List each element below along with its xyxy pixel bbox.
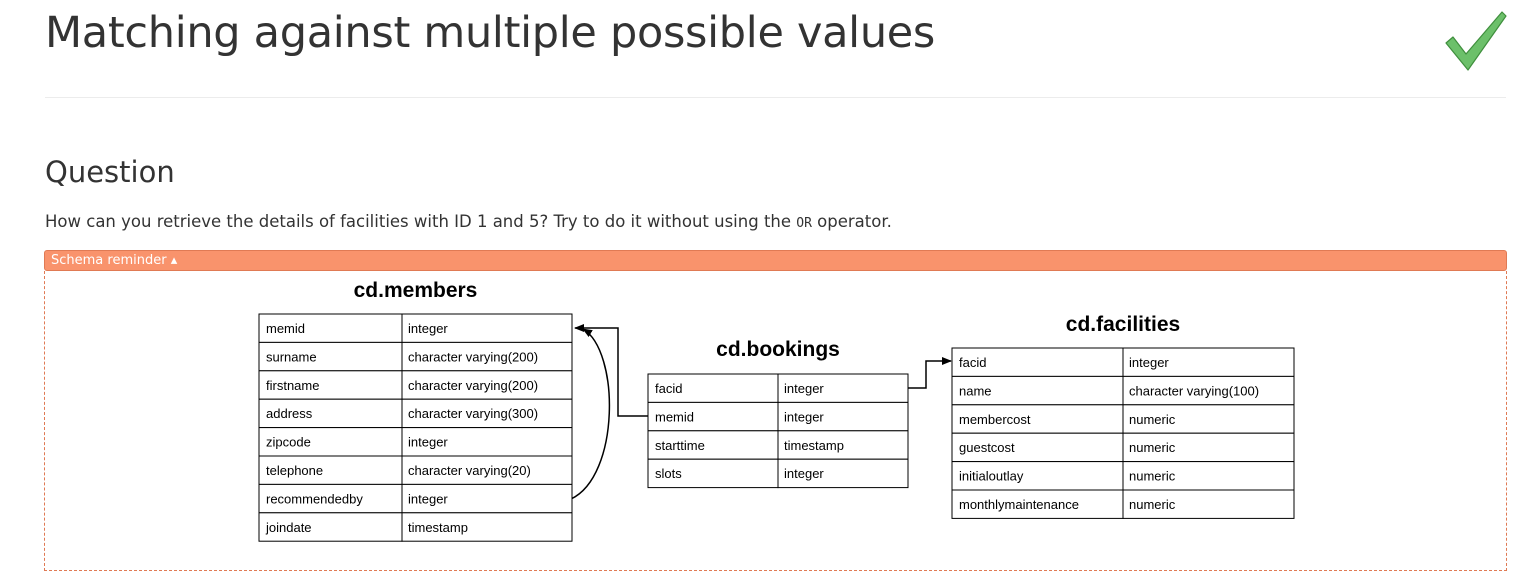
column-name: recommendedby xyxy=(266,491,363,506)
question-text-before: How can you retrieve the details of faci… xyxy=(45,212,797,231)
table-row: facid integer xyxy=(647,373,909,403)
schema-table-cd-facilities: cd.facilities facid integer name character v… xyxy=(951,313,1295,519)
column-type: integer xyxy=(784,466,824,481)
column-type: integer xyxy=(784,381,824,396)
column-type: integer xyxy=(408,321,448,336)
column-type: numeric xyxy=(1129,497,1176,512)
column-name: surname xyxy=(266,349,317,364)
table-row: zipcode integer xyxy=(258,427,573,457)
table-row: membercost numeric xyxy=(951,404,1295,434)
table-row: slots integer xyxy=(647,458,909,489)
table-row: address character varying(300) xyxy=(258,398,573,429)
column-name: name xyxy=(959,383,992,398)
schema-diagram: cd.members memid integer surname character v… xyxy=(258,279,1295,542)
schema-table-cd-bookings: cd.bookings facid integer memid integer start… xyxy=(647,338,909,489)
table-row: starttime timestamp xyxy=(647,430,909,460)
column-name: zipcode xyxy=(266,435,311,450)
column-name: address xyxy=(266,406,313,421)
table-title: cd.facilities xyxy=(1066,313,1180,336)
table-row: initialoutlay numeric xyxy=(951,461,1295,491)
column-name: slots xyxy=(655,466,682,481)
column-name: memid xyxy=(655,409,694,424)
column-name: membercost xyxy=(959,412,1031,427)
column-type: character varying(200) xyxy=(408,349,538,364)
column-type: integer xyxy=(408,435,448,450)
checkmark-icon xyxy=(1445,11,1507,71)
column-type: integer xyxy=(408,491,448,506)
column-name: monthlymaintenance xyxy=(959,497,1079,512)
column-type: integer xyxy=(1129,355,1169,370)
question-heading: Question xyxy=(45,155,175,189)
column-type: integer xyxy=(784,409,824,424)
table-row: firstname character varying(200) xyxy=(258,370,573,400)
column-type: character varying(200) xyxy=(408,378,538,393)
table-row: memid integer xyxy=(647,401,909,432)
column-type: numeric xyxy=(1129,440,1176,455)
column-type: timestamp xyxy=(784,438,844,453)
table-title: cd.members xyxy=(354,279,478,302)
page-title: Matching against multiple possible value… xyxy=(45,8,936,58)
table-row: guestcost numeric xyxy=(951,432,1295,463)
table-row: surname character varying(200) xyxy=(258,341,573,372)
column-name: initialoutlay xyxy=(959,469,1024,484)
column-type: numeric xyxy=(1129,469,1176,484)
column-name: telephone xyxy=(266,463,323,478)
bookings-memid-link xyxy=(574,324,648,417)
column-name: firstname xyxy=(266,378,319,393)
title-divider xyxy=(45,97,1506,98)
column-name: facid xyxy=(655,381,682,396)
column-type: character varying(100) xyxy=(1129,383,1259,398)
column-type: character varying(20) xyxy=(408,463,531,478)
column-type: timestamp xyxy=(408,520,468,535)
question-text: How can you retrieve the details of faci… xyxy=(45,212,892,231)
column-name: joindate xyxy=(265,520,312,535)
members-recommendedby-link xyxy=(570,328,611,500)
table-row: monthlymaintenance numeric xyxy=(951,489,1295,519)
question-code: OR xyxy=(796,216,812,231)
column-name: facid xyxy=(959,355,986,370)
table-row: recommendedby integer xyxy=(258,483,573,514)
column-name: memid xyxy=(266,321,305,336)
column-name: starttime xyxy=(655,438,705,453)
table-title: cd.bookings xyxy=(716,338,840,361)
table-row: name character varying(100) xyxy=(951,375,1295,406)
column-type: numeric xyxy=(1129,412,1176,427)
schema-table-cd-members: cd.members memid integer surname character v… xyxy=(258,279,573,542)
column-name: guestcost xyxy=(959,440,1015,455)
table-row: joindate timestamp xyxy=(258,512,573,542)
schema-reminder-toggle[interactable]: Schema reminder ▴ xyxy=(44,250,1507,271)
table-row: facid integer xyxy=(951,347,1295,377)
column-type: character varying(300) xyxy=(408,406,538,421)
question-text-after: operator. xyxy=(811,212,892,231)
table-row: memid integer xyxy=(258,313,573,343)
table-row: telephone character varying(20) xyxy=(258,455,573,485)
bookings-facid-link xyxy=(908,357,952,389)
schema-panel: cd.members memid integer surname character v… xyxy=(44,271,1507,571)
